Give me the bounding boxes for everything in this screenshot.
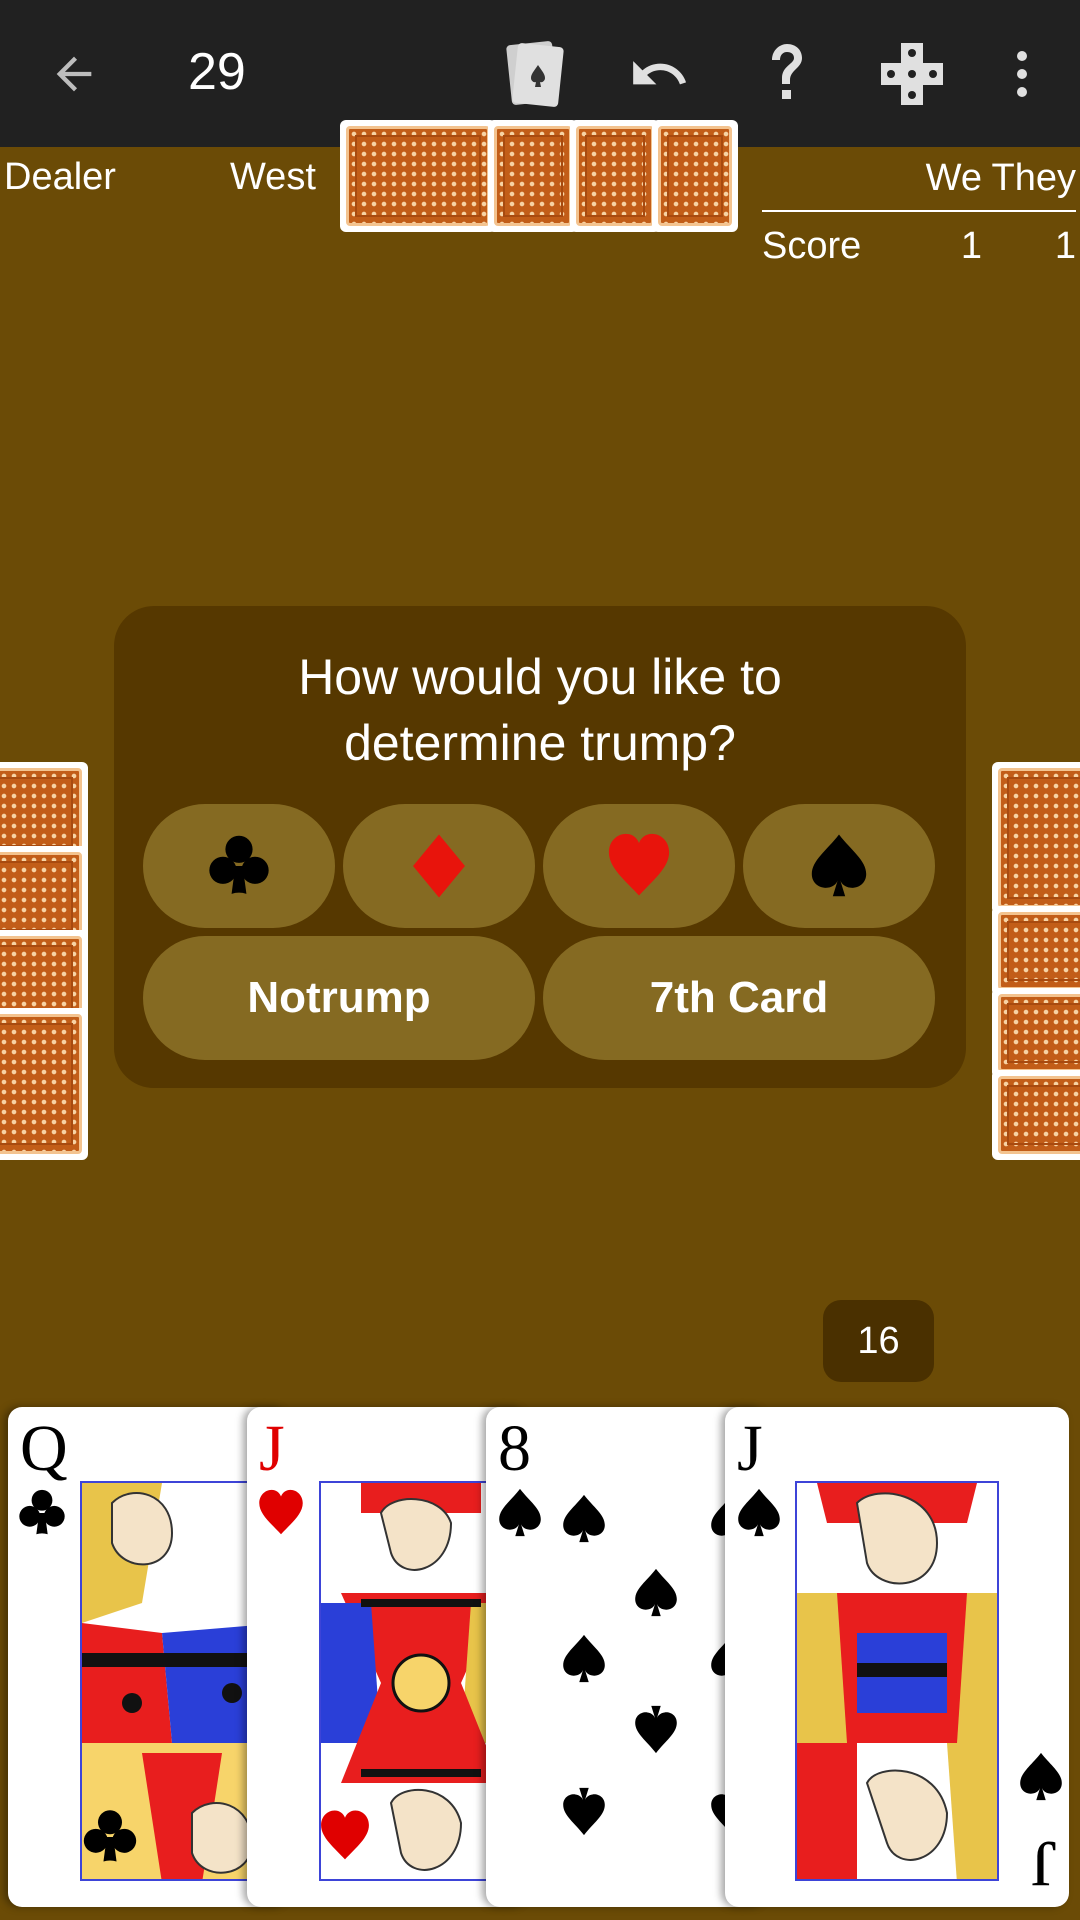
spade-icon — [735, 1487, 783, 1539]
card-back — [570, 120, 660, 232]
help-icon[interactable] — [748, 36, 824, 112]
card-back — [652, 120, 738, 232]
hand-card-jack-spades[interactable]: J J — [725, 1407, 1069, 1907]
trump-dialog: How would you like to determine trump? N… — [114, 606, 966, 1088]
spade-icon — [560, 1633, 608, 1685]
spade-icon — [560, 1785, 608, 1837]
clubs-button[interactable] — [143, 804, 335, 928]
diamond-icon — [408, 832, 470, 900]
dealer-label: Dealer — [4, 156, 116, 198]
jack-face-art — [795, 1481, 999, 1881]
scoreboard: We They Score 1 1 — [762, 150, 1076, 274]
spade-icon — [632, 1703, 680, 1755]
seventh-card-button[interactable]: 7th Card — [543, 936, 935, 1060]
notrump-button[interactable]: Notrump — [143, 936, 535, 1060]
card-rank: J — [737, 1412, 763, 1485]
card-rank: 8 — [498, 1412, 531, 1485]
more-vert-icon[interactable] — [984, 36, 1060, 112]
score-row-label: Score — [762, 224, 862, 267]
heart-icon — [257, 1487, 305, 1539]
card-back — [992, 988, 1080, 1078]
west-label: West — [230, 156, 316, 198]
score-divider — [762, 210, 1076, 212]
card-back — [488, 120, 578, 232]
score-header-we: We — [925, 156, 982, 199]
card-back — [992, 762, 1080, 914]
club-icon — [82, 1807, 138, 1867]
card-rank: Q — [20, 1412, 68, 1485]
back-arrow-icon[interactable] — [36, 36, 112, 112]
dice-icon[interactable] — [874, 36, 950, 112]
spade-icon — [808, 832, 870, 900]
card-back — [340, 120, 496, 232]
card-back — [992, 906, 1080, 996]
score-they-value: 1 — [1054, 224, 1076, 267]
spade-icon — [496, 1487, 544, 1539]
hearts-button[interactable] — [543, 804, 735, 928]
spades-button[interactable] — [743, 804, 935, 928]
spade-icon — [632, 1567, 680, 1619]
score-we-value: 1 — [960, 224, 982, 267]
card-back — [992, 1070, 1080, 1160]
card-back — [0, 1008, 88, 1160]
heart-icon — [606, 830, 672, 902]
cards-icon[interactable] — [496, 36, 572, 112]
score-header-they: They — [991, 156, 1076, 199]
app-title: 29 — [188, 43, 246, 101]
card-rank-inverted: J — [1031, 1827, 1057, 1900]
trump-question: How would you like to determine trump? — [298, 649, 782, 771]
club-icon — [18, 1487, 66, 1539]
spade-icon — [1017, 1751, 1065, 1803]
bid-counter: 16 — [823, 1300, 934, 1382]
club-icon — [208, 832, 270, 900]
heart-icon — [319, 1807, 371, 1865]
spade-icon — [560, 1493, 608, 1545]
diamonds-button[interactable] — [343, 804, 535, 928]
card-rank: J — [259, 1412, 285, 1485]
undo-icon[interactable] — [621, 36, 697, 112]
